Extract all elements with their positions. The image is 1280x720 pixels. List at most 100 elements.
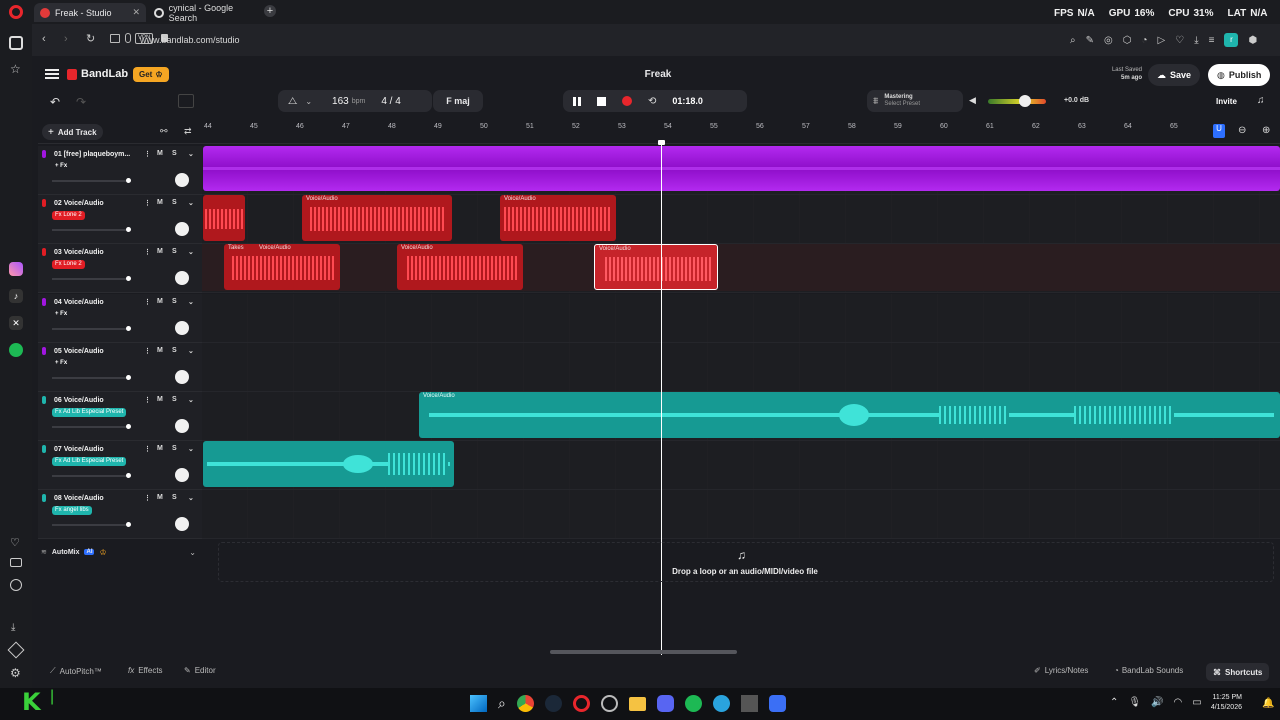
master-volume-slider[interactable] bbox=[1019, 95, 1031, 107]
steam-icon[interactable] bbox=[544, 695, 562, 712]
solo-button[interactable]: S bbox=[172, 347, 177, 354]
pan-knob[interactable] bbox=[175, 369, 189, 384]
piano-icon[interactable] bbox=[178, 94, 194, 108]
track-name[interactable]: 07 Voice/Audio bbox=[54, 446, 104, 453]
microphone-icon[interactable]: 🎙 bbox=[1128, 697, 1141, 708]
microphone-icon[interactable] bbox=[125, 33, 131, 43]
track-name[interactable]: 03 Voice/Audio bbox=[54, 249, 104, 256]
windows-start-icon[interactable] bbox=[470, 695, 487, 712]
chevron-down-icon[interactable]: ⌄ bbox=[188, 150, 194, 158]
solo-button[interactable]: S bbox=[172, 396, 177, 403]
solo-button[interactable]: S bbox=[172, 445, 177, 452]
track-name[interactable]: 04 Voice/Audio bbox=[54, 299, 104, 306]
mute-button[interactable]: M bbox=[157, 298, 163, 305]
chevron-down-icon[interactable]: ⌄ bbox=[189, 548, 196, 557]
volume-slider[interactable] bbox=[52, 276, 131, 282]
zoom-out-icon[interactable]: ⊖ bbox=[1238, 125, 1246, 136]
mute-button[interactable]: M bbox=[157, 347, 163, 354]
volume-slider-thumb[interactable] bbox=[126, 276, 131, 282]
clip-track-02-a[interactable] bbox=[203, 195, 245, 241]
track-header[interactable]: 04 Voice/Audio + Fx ⋮ M S ⌄ bbox=[38, 293, 202, 343]
invite-button[interactable]: Invite bbox=[1216, 97, 1237, 106]
shortcuts-button[interactable]: ⌘ Shortcuts bbox=[1206, 663, 1270, 681]
spotify-icon[interactable] bbox=[684, 695, 702, 712]
redo-icon[interactable]: ↷ bbox=[76, 95, 86, 109]
record-icon[interactable] bbox=[622, 96, 632, 106]
cube-icon[interactable]: ⬢ bbox=[1248, 35, 1257, 46]
zoom-icon[interactable]: ⌕ bbox=[1070, 35, 1076, 46]
track-lane[interactable] bbox=[202, 342, 1280, 392]
volume-slider-thumb[interactable] bbox=[126, 522, 131, 528]
get-premium-button[interactable]: Get ♔ bbox=[133, 67, 169, 82]
messages-icon[interactable] bbox=[10, 558, 22, 567]
pause-icon[interactable] bbox=[573, 96, 581, 106]
volume-slider[interactable] bbox=[52, 178, 131, 183]
track-name[interactable]: 05 Voice/Audio bbox=[54, 348, 104, 355]
discord-icon[interactable] bbox=[656, 695, 674, 712]
track-fx-button[interactable]: Fx Lone 2 bbox=[52, 211, 85, 221]
clip-track-06[interactable]: Voice/Audio bbox=[419, 392, 1280, 438]
track-header[interactable]: 08 Voice/Audio Fx angel libs ⋮ M S ⌄ bbox=[38, 490, 202, 540]
track-name[interactable]: 08 Voice/Audio bbox=[54, 495, 104, 502]
volume-slider-thumb[interactable] bbox=[126, 178, 131, 183]
heart-icon[interactable]: ♡ bbox=[1175, 35, 1184, 46]
track-menu-icon[interactable]: ⋮ bbox=[144, 248, 151, 256]
heart-icon[interactable]: ♡ bbox=[10, 536, 20, 549]
track-header[interactable]: 06 Voice/Audio Fx Ad Lib Especial Preset ⋮… bbox=[38, 392, 202, 441]
download-icon[interactable]: ⤓ bbox=[1194, 35, 1198, 46]
tab-freak-studio[interactable]: Freak - Studio ✕ bbox=[34, 3, 146, 22]
track-fx-button[interactable]: + Fx bbox=[52, 359, 70, 368]
chevron-down-icon[interactable]: ⌄ bbox=[188, 248, 194, 256]
edit-icon[interactable]: ✎ bbox=[1086, 35, 1094, 46]
track-menu-icon[interactable]: ⋮ bbox=[144, 396, 151, 404]
clip-track-07[interactable] bbox=[203, 441, 454, 487]
pan-knob[interactable] bbox=[175, 517, 189, 532]
tiktok-icon[interactable]: ♪ bbox=[9, 289, 23, 303]
mute-button[interactable]: M bbox=[157, 445, 163, 452]
clip-track-02-b[interactable]: Voice/Audio bbox=[302, 195, 452, 241]
editor-button[interactable]: ✎ Editor bbox=[184, 666, 216, 675]
clip-track-02-c[interactable]: Voice/Audio bbox=[500, 195, 616, 241]
mute-button[interactable]: M bbox=[157, 199, 163, 206]
settings-icon[interactable]: ⚙ bbox=[10, 666, 21, 680]
clip-track-03-b[interactable]: Voice/Audio bbox=[397, 244, 523, 290]
back-icon[interactable]: ‹ bbox=[42, 33, 46, 45]
track-header[interactable]: 03 Voice/Audio Fx Lone 2 ⋮ M S ⌄ bbox=[38, 244, 202, 294]
time-signature[interactable]: 4 / 4 bbox=[381, 96, 400, 107]
new-tab-button[interactable]: + bbox=[264, 5, 276, 17]
volume-slider[interactable] bbox=[52, 522, 131, 528]
download-icon[interactable]: ⤓ bbox=[11, 622, 15, 633]
solo-button[interactable]: S bbox=[172, 199, 177, 206]
mute-button[interactable]: M bbox=[157, 150, 163, 157]
track-fx-button[interactable]: + Fx bbox=[52, 310, 70, 319]
clip-track-03-a[interactable]: Takes Voice/Audio bbox=[224, 244, 340, 290]
track-name[interactable]: 02 Voice/Audio bbox=[54, 200, 104, 207]
star-icon[interactable]: ☆ bbox=[10, 62, 21, 76]
stop-icon[interactable] bbox=[597, 96, 606, 106]
notification-icon[interactable]: 🔔 bbox=[1262, 698, 1274, 709]
solo-button[interactable]: S bbox=[172, 494, 177, 501]
instagram-icon[interactable] bbox=[9, 262, 23, 276]
track-fx-button[interactable]: Fx angel libs bbox=[52, 506, 92, 516]
drop-zone[interactable] bbox=[218, 542, 1274, 582]
forward-icon[interactable]: › bbox=[64, 33, 68, 45]
history-icon[interactable] bbox=[10, 579, 22, 591]
taskbar-clock[interactable]: 11:25 PM 4/15/2026 bbox=[1196, 693, 1242, 713]
chevron-down-icon[interactable]: ⌄ bbox=[188, 494, 194, 502]
autopitch-button[interactable]: ⟋ AutoPitch™ bbox=[50, 666, 102, 676]
app-icon[interactable] bbox=[600, 695, 618, 712]
speaker-icon[interactable]: 🔊 bbox=[1151, 697, 1163, 708]
snapshot-icon[interactable] bbox=[110, 34, 120, 43]
minecraft-icon[interactable] bbox=[740, 695, 758, 712]
key-selector[interactable]: F maj bbox=[433, 90, 483, 112]
volume-slider[interactable] bbox=[52, 325, 131, 331]
wifi-icon[interactable]: ◠ bbox=[1174, 697, 1183, 708]
pan-knob[interactable] bbox=[175, 173, 189, 187]
chevron-down-icon[interactable]: ⌄ bbox=[188, 347, 194, 355]
play-icon[interactable]: ▷ bbox=[1158, 35, 1166, 46]
project-title[interactable]: Freak bbox=[590, 69, 726, 80]
close-tab-icon[interactable]: ✕ bbox=[132, 7, 140, 18]
track-fx-button[interactable]: + Fx bbox=[52, 162, 70, 171]
mastering-button[interactable]: ⩩ Mastering Select Preset bbox=[867, 90, 963, 112]
spotify-icon[interactable] bbox=[9, 343, 23, 357]
